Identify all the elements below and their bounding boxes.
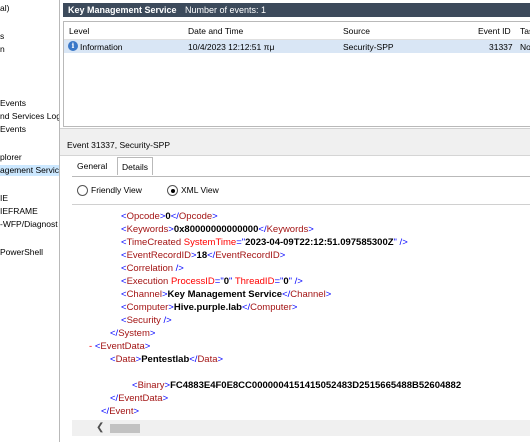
info-icon: i	[68, 41, 78, 51]
tree-item[interactable]: Events	[0, 98, 26, 109]
xml-execution: <Execution ProcessID="0" ThreadID="0" />	[121, 276, 303, 287]
row-level: Information	[80, 42, 123, 52]
tree-item-selected[interactable]: agement Service	[0, 165, 59, 176]
tree-item[interactable]: plorer	[0, 152, 22, 163]
detail-title: Event 31337, Security-SPP	[67, 140, 171, 150]
xml-correlation: <Correlation />	[121, 263, 184, 274]
chevron-left-icon[interactable]: ❮	[96, 422, 104, 433]
log-title: Key Management Service	[68, 5, 177, 15]
friendly-view-radio[interactable]	[77, 185, 88, 196]
tree-item[interactable]: nd Services Log	[0, 111, 59, 122]
tree-item[interactable]: IEFRAME	[0, 206, 38, 217]
xml-view-label[interactable]: XML View	[181, 184, 219, 196]
events-grid: Level Date and Time Source Event ID Tas …	[63, 21, 530, 127]
tab-general[interactable]: General	[73, 157, 111, 175]
tree-item[interactable]: s	[0, 31, 4, 42]
detail-header: Event 31337, Security-SPP	[60, 135, 530, 156]
scroll-thumb[interactable]	[110, 424, 140, 433]
tree-item[interactable]: n	[0, 44, 5, 55]
horizontal-scrollbar[interactable]: ❮	[72, 420, 530, 436]
tree-item[interactable]: PowerShell	[0, 247, 43, 258]
row-task: No	[520, 42, 530, 52]
column-header-source[interactable]: Source	[343, 26, 370, 36]
xml-eventdata-open: - <EventData>	[89, 341, 151, 352]
event-count: Number of events: 1	[185, 5, 267, 15]
tree-item[interactable]: al)	[0, 3, 9, 14]
xml-binary: <Binary>FC4883E4F0E8CC000000415141505248…	[132, 380, 462, 391]
xml-channel: <Channel>Key Management Service</Channel…	[121, 289, 332, 300]
tree-item[interactable]: IE	[0, 193, 8, 204]
xml-system-close: </System>	[110, 328, 156, 339]
xml-eventrecordid: <EventRecordID>18</EventRecordID>	[121, 250, 286, 261]
xml-security: <Security />	[121, 315, 172, 326]
xml-data: <Data>Pentestlab</Data>	[110, 354, 224, 365]
tree-item[interactable]: Events	[0, 124, 26, 135]
column-header-task[interactable]: Tas	[520, 26, 530, 36]
xml-computer: <Computer>Hive.purple.lab</Computer>	[121, 302, 298, 313]
table-row[interactable]: i Information 10/4/2023 12:12:51 πμ Secu…	[64, 40, 530, 53]
xml-view-radio[interactable]	[167, 185, 178, 196]
row-event-id: 31337	[489, 42, 513, 52]
tab-details[interactable]: Details	[117, 157, 153, 175]
main-pane: Key Management Service Number of events:…	[60, 0, 530, 442]
divider	[72, 176, 530, 177]
xml-eventdata-close: </EventData>	[110, 393, 169, 404]
xml-viewer[interactable]: <Opcode>0</Opcode> <Keywords>0x800000000…	[72, 204, 530, 417]
navigation-tree: al) s n Events nd Services Log Events pl…	[0, 0, 60, 442]
column-header-level[interactable]: Level	[69, 26, 89, 36]
friendly-view-label[interactable]: Friendly View	[91, 184, 142, 196]
column-header-date[interactable]: Date and Time	[188, 26, 243, 36]
xml-timecreated: <TimeCreated SystemTime="2023-04-09T22:1…	[121, 237, 408, 248]
row-source: Security-SPP	[343, 42, 394, 52]
row-date: 10/4/2023 12:12:51 πμ	[188, 42, 275, 52]
xml-keywords: <Keywords>0x80000000000000</Keywords>	[121, 224, 314, 235]
tree-item[interactable]: -WFP/Diagnost	[0, 219, 58, 230]
xml-event-close: </Event>	[101, 406, 140, 417]
xml-opcode: <Opcode>0</Opcode>	[121, 211, 218, 222]
events-panel-header: Key Management Service Number of events:…	[63, 3, 530, 17]
column-header-event-id[interactable]: Event ID	[478, 26, 511, 36]
